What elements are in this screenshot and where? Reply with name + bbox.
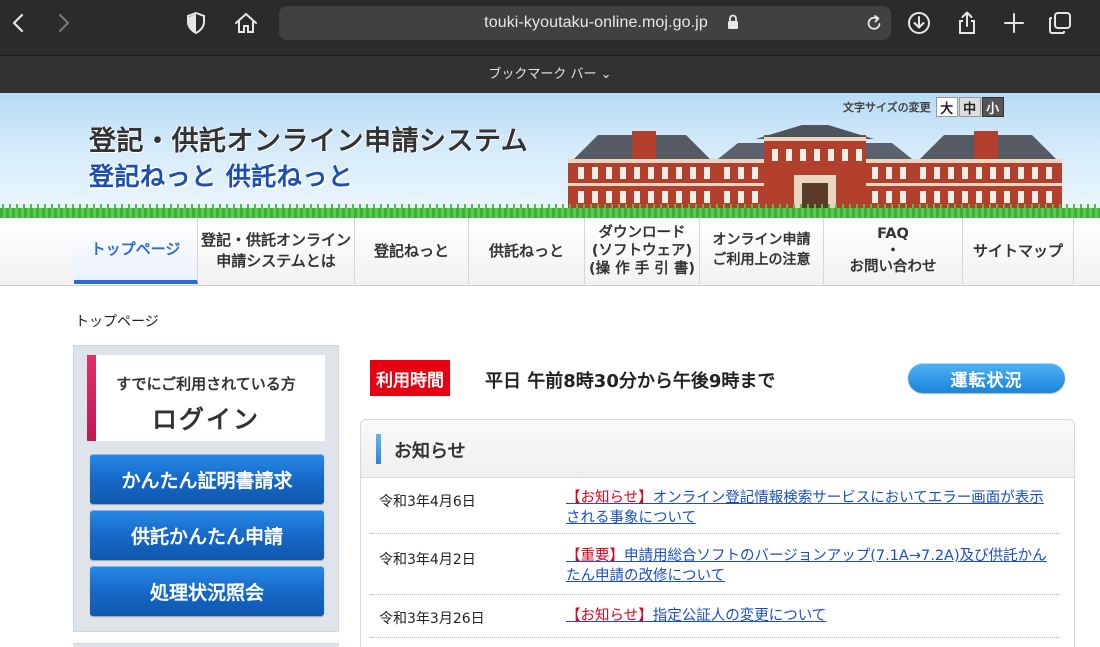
back-icon[interactable] (4, 9, 32, 37)
nav-label: ダウンロード (598, 224, 686, 241)
login-panel[interactable]: すでにご利用されている方 ログイン (87, 355, 325, 441)
breadcrumb: トップページ (75, 314, 159, 330)
news-date: 令和3年3月26日 (379, 611, 485, 627)
login-button[interactable]: ログイン (87, 400, 325, 436)
news-link[interactable]: 【重要】申請用総合ソフトのバージョンアップ(7.1A→7.2A)及び供託かんたん… (566, 546, 1056, 586)
news-item: 令和3年4月2日 【重要】申請用総合ソフトのバージョンアップ(7.1A→7.2A… (371, 534, 1059, 595)
browser-chrome: touki-kyoutaku-online.moj.go.jp ブックマーク バ… (0, 0, 1100, 93)
operation-status-button[interactable]: 運転状況 (908, 363, 1065, 393)
news-accent-bar (376, 434, 381, 464)
nav-label: ・ (885, 242, 901, 259)
news-link-text: 指定公証人の変更について (652, 608, 827, 624)
nav-label: ご利用上の注意 (712, 252, 811, 268)
news-header: お知らせ (361, 420, 1074, 478)
toolbar-separator (0, 46, 1100, 56)
font-size-small-button[interactable]: 小 (981, 97, 1004, 117)
share-icon[interactable] (953, 9, 981, 37)
news-link[interactable]: 【お知らせ】オンライン登記情報検索サービスにおいてエラー画面が表示される事象につ… (566, 488, 1056, 528)
font-size-large-button[interactable]: 大 (935, 97, 958, 117)
nav-label: 登記ねっと (373, 241, 449, 260)
url-bar[interactable]: touki-kyoutaku-online.moj.go.jp (279, 6, 891, 40)
site-subtitle[interactable]: 登記ねっと 供託ねっと (89, 157, 353, 193)
nav-about-system[interactable]: 登記・供託オンライン 申請システムとは (198, 218, 355, 284)
home-icon[interactable] (232, 9, 260, 37)
news-link-text: 申請用総合ソフトのバージョンアップ(7.1A→7.2A)及び供託かんたん申請の改… (566, 548, 1047, 584)
nav-sitemap[interactable]: サイトマップ (963, 218, 1074, 284)
bookmarks-bar[interactable]: ブックマーク バー ⌄ (0, 56, 1100, 93)
tabs-overview-icon[interactable] (1046, 9, 1074, 37)
news-title: お知らせ (394, 441, 466, 462)
nav-usage-notes[interactable]: オンライン申請 ご利用上の注意 (700, 218, 824, 284)
forward-icon[interactable] (50, 9, 78, 37)
nav-touki-net[interactable]: 登記ねっと (355, 218, 469, 284)
font-size-label: 文字サイズの変更 (843, 101, 931, 114)
site-title[interactable]: 登記・供託オンライン申請システム (89, 119, 528, 158)
nav-label: (ソフトウェア) (591, 242, 693, 259)
news-link[interactable]: 【お知らせ】指定公証人の変更について (566, 606, 1056, 626)
service-hours-badge: 利用時間 (370, 360, 450, 396)
news-tag: 【お知らせ】 (566, 490, 653, 506)
font-size-medium-button[interactable]: 中 (958, 97, 981, 117)
nav-label: お問い合わせ (849, 259, 937, 276)
nav-top-page[interactable]: トップページ (74, 218, 198, 284)
news-tag: 【重要】 (566, 548, 624, 564)
news-date: 令和3年4月2日 (379, 552, 476, 568)
processing-status-inquiry-button[interactable]: 処理状況照会 (90, 566, 324, 616)
news-tag: 【お知らせ】 (566, 608, 653, 624)
nav-label: FAQ (877, 225, 909, 242)
url-text: touki-kyoutaku-online.moj.go.jp (484, 14, 708, 31)
news-panel: お知らせ 令和3年4月6日 【お知らせ】オンライン登記情報検索サービスにおいてエ… (360, 419, 1075, 647)
nav-download[interactable]: ダウンロード (ソフトウェア) (操 作 手 引 書) (585, 218, 700, 284)
browser-toolbar: touki-kyoutaku-online.moj.go.jp (0, 0, 1100, 46)
grass-ground (0, 208, 1100, 218)
privacy-shield-icon[interactable] (182, 9, 210, 37)
nav-label: オンライン申請 (712, 232, 811, 249)
sidebar: すでにご利用されている方 ログイン かんたん証明書請求 供託かんたん申請 処理状… (73, 345, 339, 632)
nav-kyoutaku-net[interactable]: 供託ねっと (469, 218, 585, 284)
service-hours: 利用時間 平日 午前8時30分から午後9時まで 運転状況 (370, 360, 1065, 396)
building-illustration (568, 125, 1062, 209)
download-icon[interactable] (905, 9, 933, 37)
nav-label: サイトマップ (972, 241, 1063, 260)
nav-label: (操 作 手 引 書) (589, 261, 695, 278)
nav-label: 登記・供託オンライン (200, 231, 351, 249)
new-tab-icon[interactable] (1000, 9, 1028, 37)
news-item: 令和3年4月6日 【お知らせ】オンライン登記情報検索サービスにおいてエラー画面が… (371, 479, 1059, 534)
easy-deposit-application-button[interactable]: 供託かんたん申請 (90, 510, 324, 560)
nav-label: 申請システムとは (216, 252, 336, 270)
nav-label: 供託ねっと (488, 241, 564, 260)
sidebar-next-panel (73, 643, 339, 647)
site-header: 登記・供託オンライン申請システム 登記ねっと 供託ねっと 文字サイズの変更 大 … (0, 93, 1100, 218)
global-nav: トップページ 登記・供託オンライン 申請システムとは 登記ねっと 供託ねっと ダウ… (0, 218, 1100, 286)
nav-label: トップページ (90, 239, 181, 258)
news-item: 令和3年3月26日 【お知らせ】指定公証人の変更について (371, 595, 1059, 638)
nav-faq-contact[interactable]: FAQ ・お問い合わせ (824, 218, 963, 284)
easy-certificate-request-button[interactable]: かんたん証明書請求 (90, 454, 324, 504)
login-subtitle: すでにご利用されている方 (116, 375, 296, 393)
service-hours-text: 平日 午前8時30分から午後9時まで (485, 371, 776, 392)
font-size-switcher: 文字サイズの変更 大 中 小 (843, 97, 1004, 117)
news-date: 令和3年4月6日 (379, 494, 476, 510)
reload-icon[interactable] (865, 13, 883, 37)
